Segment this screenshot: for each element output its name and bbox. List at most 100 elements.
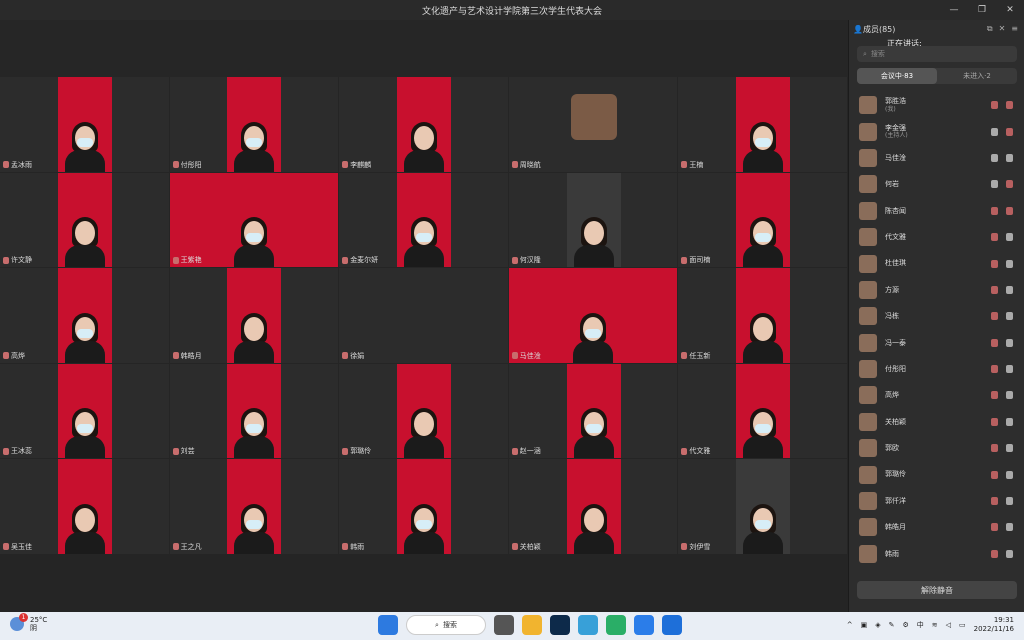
microphone-icon[interactable] xyxy=(991,497,998,506)
camera-icon[interactable] xyxy=(1006,417,1013,426)
member-search-input[interactable]: ⌕ 搜索 xyxy=(857,46,1017,62)
camera-icon[interactable] xyxy=(1006,206,1013,215)
taskbar-search-button[interactable]: ⌕ 搜索 xyxy=(406,615,486,635)
camera-icon[interactable] xyxy=(1006,233,1013,242)
camera-icon[interactable] xyxy=(1006,365,1013,374)
member-row[interactable]: 关柏颖 xyxy=(849,409,1024,435)
video-tile[interactable]: 吴玉佳 xyxy=(0,459,169,554)
member-row[interactable]: 陈杏闻 xyxy=(849,198,1024,224)
menu-icon[interactable]: ≡ xyxy=(1011,24,1018,34)
member-row[interactable]: 冯栋 xyxy=(849,303,1024,329)
tray-app-icon-4[interactable]: ⚙ xyxy=(902,621,908,629)
video-tile[interactable]: 刘伊雪 xyxy=(678,459,847,554)
camera-icon[interactable] xyxy=(1006,180,1013,189)
member-row[interactable]: 郭胜浩 (我) xyxy=(849,92,1024,118)
member-row[interactable]: 郭仟洋 xyxy=(849,488,1024,514)
browser-icon[interactable] xyxy=(578,615,598,635)
battery-icon[interactable]: ▭ xyxy=(959,621,966,629)
meeting-app-icon[interactable] xyxy=(634,615,654,635)
tray-app-icon-3[interactable]: ✎ xyxy=(889,621,895,629)
member-row[interactable]: 高烨 xyxy=(849,382,1024,408)
video-tile[interactable]: 何汉隆 xyxy=(508,172,678,268)
video-tile[interactable]: 面司楠 xyxy=(678,172,847,268)
camera-icon[interactable] xyxy=(1006,153,1013,162)
photoshop-icon[interactable] xyxy=(550,615,570,635)
camera-icon[interactable] xyxy=(1006,338,1013,347)
ime-indicator[interactable]: 中 xyxy=(917,620,924,630)
camera-icon[interactable] xyxy=(1006,549,1013,558)
microphone-icon[interactable] xyxy=(991,338,998,347)
camera-icon[interactable] xyxy=(1006,127,1013,136)
tab-not-joined[interactable]: 未进入·2 xyxy=(937,68,1017,84)
camera-icon[interactable] xyxy=(1006,523,1013,532)
member-row[interactable]: 李金强 (主持人) xyxy=(849,118,1024,144)
task-view-icon[interactable] xyxy=(494,615,514,635)
video-tile[interactable]: 高烨 xyxy=(0,268,169,363)
volume-icon[interactable]: ◁ xyxy=(946,621,951,629)
panel-close-icon[interactable]: ✕ xyxy=(999,24,1006,34)
microphone-icon[interactable] xyxy=(991,285,998,294)
chevron-up-icon[interactable]: ^ xyxy=(847,621,853,629)
tray-app-icon[interactable]: ▣ xyxy=(861,621,868,629)
video-tile[interactable]: 韩雨 xyxy=(339,459,508,554)
video-tile[interactable]: 王冰蕊 xyxy=(0,363,169,459)
member-row[interactable]: 韩雨 xyxy=(849,541,1024,567)
start-icon[interactable] xyxy=(378,615,398,635)
video-tile[interactable]: 马佳淦 xyxy=(508,268,678,363)
microphone-icon[interactable] xyxy=(991,259,998,268)
microphone-icon[interactable] xyxy=(991,417,998,426)
microphone-icon[interactable] xyxy=(991,549,998,558)
microphone-icon[interactable] xyxy=(991,153,998,162)
microphone-icon[interactable] xyxy=(991,444,998,453)
camera-icon[interactable] xyxy=(1006,497,1013,506)
file-explorer-icon[interactable] xyxy=(522,615,542,635)
camera-icon[interactable] xyxy=(1006,312,1013,321)
video-tile[interactable]: 任玉新 xyxy=(678,268,847,363)
microphone-icon[interactable] xyxy=(991,523,998,532)
restore-icon[interactable]: ❐ xyxy=(968,0,996,20)
wechat-icon[interactable] xyxy=(606,615,626,635)
member-row[interactable]: 方源 xyxy=(849,277,1024,303)
member-row[interactable]: 付彤阳 xyxy=(849,356,1024,382)
camera-icon[interactable] xyxy=(1006,470,1013,479)
video-tile[interactable]: 孟冰雨 xyxy=(0,77,169,172)
clock[interactable]: 19:31 2022/11/16 xyxy=(974,616,1014,634)
camera-icon[interactable] xyxy=(1006,259,1013,268)
video-tile[interactable]: 韩皓月 xyxy=(169,268,339,363)
wifi-icon[interactable]: ≋ xyxy=(932,621,938,629)
minimize-icon[interactable]: — xyxy=(940,0,968,20)
video-tile[interactable]: 周晓航 xyxy=(508,77,678,172)
microphone-icon[interactable] xyxy=(991,206,998,215)
video-tile[interactable]: 付彤阳 xyxy=(169,77,339,172)
video-tile[interactable]: 许文静 xyxy=(0,172,169,268)
microphone-icon[interactable] xyxy=(991,391,998,400)
member-row[interactable]: 杜佳琪 xyxy=(849,250,1024,276)
video-tile[interactable]: 李麒麟 xyxy=(339,77,508,172)
member-row[interactable]: 郭欧 xyxy=(849,435,1024,461)
video-tile[interactable]: 刘芸 xyxy=(169,363,339,459)
camera-icon[interactable] xyxy=(1006,391,1013,400)
video-tile[interactable]: 代文雅 xyxy=(678,363,847,459)
microphone-icon[interactable] xyxy=(991,365,998,374)
tab-in-meeting[interactable]: 会议中·83 xyxy=(857,68,937,84)
video-tile[interactable]: 王紫艳 xyxy=(169,172,339,268)
microphone-icon[interactable] xyxy=(991,233,998,242)
microphone-icon[interactable] xyxy=(991,127,998,136)
microphone-icon[interactable] xyxy=(991,180,998,189)
video-tile[interactable]: 王楠 xyxy=(678,77,847,172)
tray-app-icon-2[interactable]: ◈ xyxy=(875,621,880,629)
weather-widget[interactable]: 1 25°C 阴 xyxy=(10,613,47,633)
unmute-button[interactable]: 解除静音 xyxy=(857,581,1017,599)
member-row[interactable]: 马佳淦 xyxy=(849,145,1024,171)
video-tile[interactable]: 郭璐伶 xyxy=(339,363,508,459)
camera-icon[interactable] xyxy=(1006,444,1013,453)
camera-icon[interactable] xyxy=(1006,285,1013,294)
member-row[interactable]: 何岩 xyxy=(849,171,1024,197)
video-tile[interactable]: 赵一涵 xyxy=(508,363,678,459)
member-row[interactable]: 韩皓月 xyxy=(849,514,1024,540)
video-tile[interactable]: 王之凡 xyxy=(169,459,339,554)
member-row[interactable]: 代文雅 xyxy=(849,224,1024,250)
microphone-icon[interactable] xyxy=(991,470,998,479)
tencent-meeting-icon[interactable] xyxy=(662,615,682,635)
video-tile[interactable]: 金麦尔妍 xyxy=(339,172,508,268)
